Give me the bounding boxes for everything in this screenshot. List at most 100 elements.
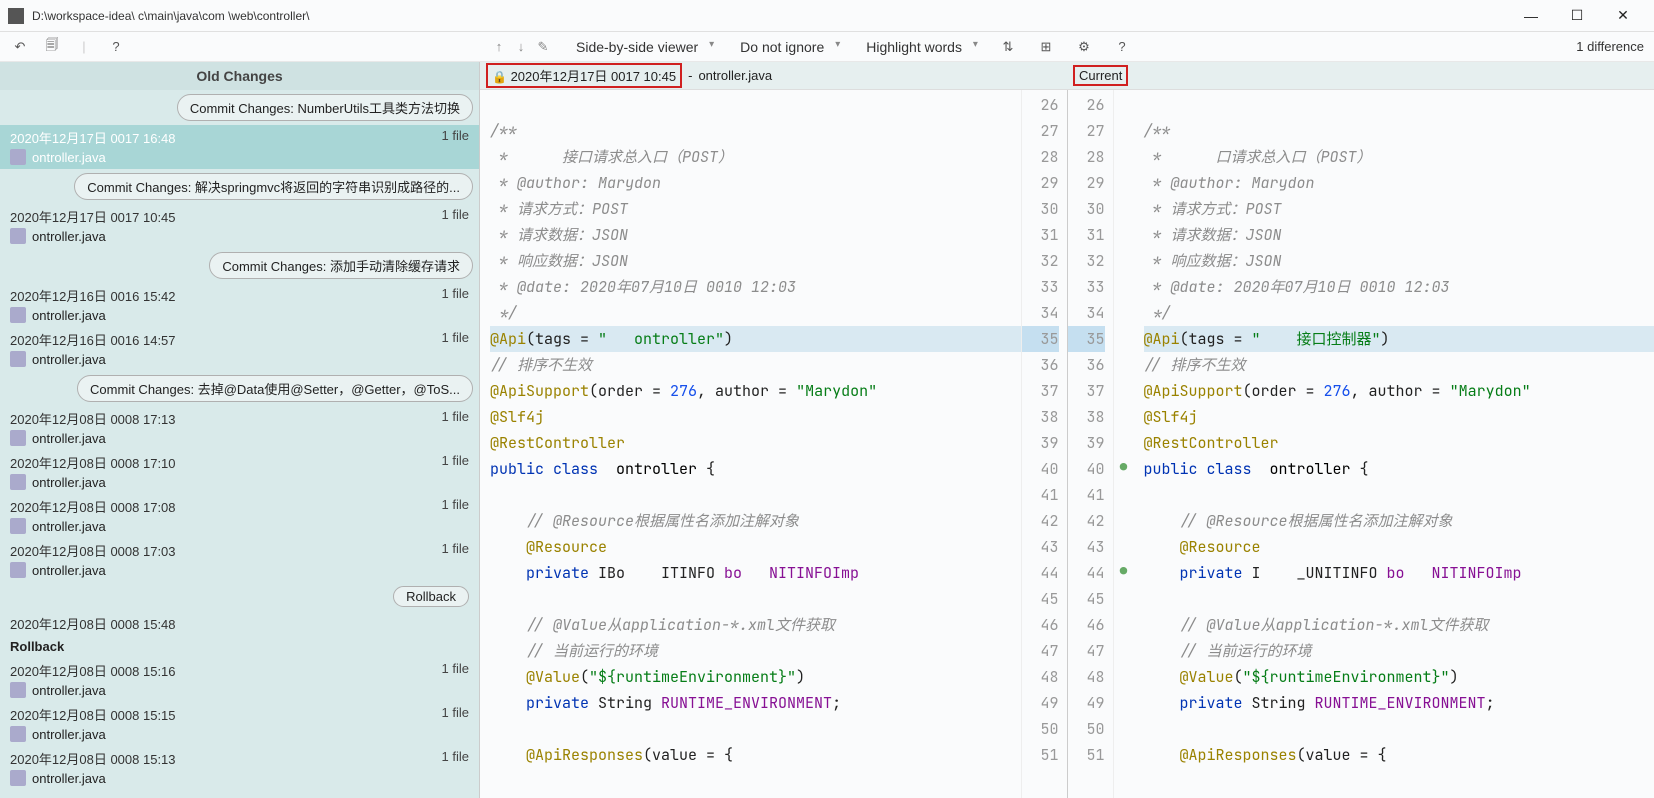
- gutter-icon: [1114, 272, 1134, 298]
- history-entry[interactable]: 2020年12月08日 0008 15:161 fileontroller.ja…: [0, 658, 479, 702]
- entry-filename: ontroller.java: [32, 563, 106, 578]
- code-line: * @author: Marydon: [1144, 170, 1654, 196]
- line-number: 35: [1022, 326, 1059, 352]
- collapse-icon[interactable]: ⇅: [998, 37, 1018, 57]
- window-title: D:\workspace-idea\ c\main\java\com \web\…: [32, 9, 1508, 23]
- line-number: 38: [1022, 404, 1059, 430]
- line-number: 39: [1068, 430, 1105, 456]
- history-entry[interactable]: 2020年12月08日 0008 17:081 fileontroller.ja…: [0, 494, 479, 538]
- history-entry[interactable]: 2020年12月17日 0017 10:451 fileontroller.ja…: [0, 204, 479, 248]
- history-entry[interactable]: 2020年12月16日 0016 14:571 fileontroller.ja…: [0, 327, 479, 371]
- history-entry[interactable]: 2020年12月17日 0017 16:481 fileontroller.ja…: [0, 125, 479, 169]
- history-entry[interactable]: 2020年12月08日 0008 17:101 fileontroller.ja…: [0, 450, 479, 494]
- highlight-select[interactable]: Highlight words: [860, 37, 980, 57]
- history-entry[interactable]: 2020年12月08日 0008 17:131 fileontroller.ja…: [0, 406, 479, 450]
- entry-filecount: 1 file: [442, 453, 469, 472]
- gutter-icon: [1114, 168, 1134, 194]
- commit-tag[interactable]: Commit Changes: NumberUtils工具类方法切换: [177, 94, 473, 121]
- line-number: 46: [1022, 612, 1059, 638]
- left-revision-label: 2020年12月17日 0017 10:45: [511, 69, 677, 84]
- gutter-icon: ●: [1114, 454, 1134, 480]
- commit-tag[interactable]: Commit Changes: 解决springmvc将返回的字符串识别成路径的…: [74, 173, 473, 200]
- rollback-label: Rollback: [0, 633, 479, 658]
- entry-filename: ontroller.java: [32, 308, 106, 323]
- commit-tag[interactable]: Commit Changes: 添加手动清除缓存请求: [209, 252, 473, 279]
- file-icon: [10, 474, 26, 490]
- history-entry[interactable]: 2020年12月08日 0008 15:48: [0, 611, 479, 633]
- prev-diff-icon[interactable]: ↑: [490, 38, 508, 56]
- left-pane-header: 🔒 2020年12月17日 0017 10:45 - ontroller.jav…: [480, 62, 1067, 89]
- line-number: 32: [1022, 248, 1059, 274]
- history-entry[interactable]: 2020年12月08日 0008 15:131 fileontroller.ja…: [0, 746, 479, 790]
- code-line: private IBo ITINFO bo NITINFOImp: [490, 560, 1021, 586]
- next-diff-icon[interactable]: ↓: [512, 38, 530, 56]
- line-number: 42: [1068, 508, 1105, 534]
- code-line: [490, 482, 1021, 508]
- code-line: @Api(tags = " 接口控制器"): [1144, 326, 1654, 352]
- line-number: 45: [1022, 586, 1059, 612]
- code-line: /**: [490, 118, 1021, 144]
- undo-icon[interactable]: ↶: [10, 37, 30, 57]
- line-number: 41: [1068, 482, 1105, 508]
- entry-timestamp: 2020年12月08日 0008 17:10: [10, 453, 176, 472]
- entry-filecount: 1 file: [442, 286, 469, 305]
- gutter-icon: [1114, 688, 1134, 714]
- left-code-pane[interactable]: /** * 接口请求总入口（POST） * @author: Marydon *…: [480, 90, 1068, 798]
- code-line: @Resource: [490, 534, 1021, 560]
- entry-filecount: 1 file: [442, 749, 469, 768]
- gutter-icon: [1114, 376, 1134, 402]
- line-number: 43: [1068, 534, 1105, 560]
- file-icon: [10, 726, 26, 742]
- line-number: 31: [1068, 222, 1105, 248]
- edit-icon[interactable]: ✎: [534, 38, 552, 56]
- entry-filename: ontroller.java: [32, 352, 106, 367]
- entry-filecount: 1 file: [442, 705, 469, 724]
- code-line: * 请求数据：JSON: [490, 222, 1021, 248]
- right-code-pane[interactable]: 2627282930313233343536373839404142434445…: [1068, 90, 1654, 798]
- code-line: private String RUNTIME_ENVIRONMENT;: [1144, 690, 1654, 716]
- line-number: 49: [1068, 690, 1105, 716]
- history-sidebar[interactable]: Old Changes Commit Changes: NumberUtils工…: [0, 62, 480, 798]
- line-number: 40: [1068, 456, 1105, 482]
- line-number: 47: [1068, 638, 1105, 664]
- code-line: @Value("${runtimeEnvironment}"): [1144, 664, 1654, 690]
- help-icon[interactable]: ?: [106, 37, 126, 57]
- code-line: @ApiResponses(value = {: [1144, 742, 1654, 768]
- code-line: // @Resource根据属性名添加注解对象: [490, 508, 1021, 534]
- close-button[interactable]: ✕: [1600, 0, 1646, 32]
- maximize-button[interactable]: ☐: [1554, 0, 1600, 32]
- commit-tag[interactable]: Commit Changes: 去掉@Data使用@Setter，@Getter…: [77, 375, 473, 402]
- ignore-select[interactable]: Do not ignore: [734, 37, 842, 57]
- entry-filename: ontroller.java: [32, 229, 106, 244]
- code-line: [1144, 482, 1654, 508]
- code-line: * 接口请求总入口（POST）: [490, 144, 1021, 170]
- line-number: 39: [1022, 430, 1059, 456]
- line-number: 36: [1022, 352, 1059, 378]
- code-line: // 排序不生效: [1144, 352, 1654, 378]
- entry-filename: ontroller.java: [32, 519, 106, 534]
- code-line: // 排序不生效: [490, 352, 1021, 378]
- gutter-icon: [1114, 714, 1134, 740]
- file-icon: [10, 149, 26, 165]
- line-number: 45: [1068, 586, 1105, 612]
- history-entry[interactable]: 2020年12月08日 0008 15:151 fileontroller.ja…: [0, 702, 479, 746]
- line-number: 48: [1022, 664, 1059, 690]
- viewer-mode-select[interactable]: Side-by-side viewer: [570, 37, 716, 57]
- entry-filecount: 1 file: [442, 128, 469, 147]
- sync-scroll-icon[interactable]: ⊞: [1036, 37, 1056, 57]
- history-entry[interactable]: 2020年12月16日 0016 15:421 fileontroller.ja…: [0, 283, 479, 327]
- history-entry[interactable]: 2020年12月08日 0008 17:031 fileontroller.ja…: [0, 538, 479, 582]
- gear-icon[interactable]: ⚙: [1074, 37, 1094, 57]
- file-icon[interactable]: 🗐: [42, 37, 62, 57]
- code-line: @Api(tags = " ontroller"): [490, 326, 1021, 352]
- line-number: 51: [1022, 742, 1059, 768]
- minimize-button[interactable]: —: [1508, 0, 1554, 32]
- right-revision-label: Current: [1073, 65, 1128, 86]
- gutter-icon: [1114, 662, 1134, 688]
- line-number: 35: [1068, 326, 1105, 352]
- gutter-icon: [1114, 298, 1134, 324]
- line-number: 27: [1068, 118, 1105, 144]
- code-line: /**: [1144, 118, 1654, 144]
- help-icon[interactable]: ?: [1112, 37, 1132, 57]
- rollback-tag[interactable]: Rollback: [393, 586, 469, 607]
